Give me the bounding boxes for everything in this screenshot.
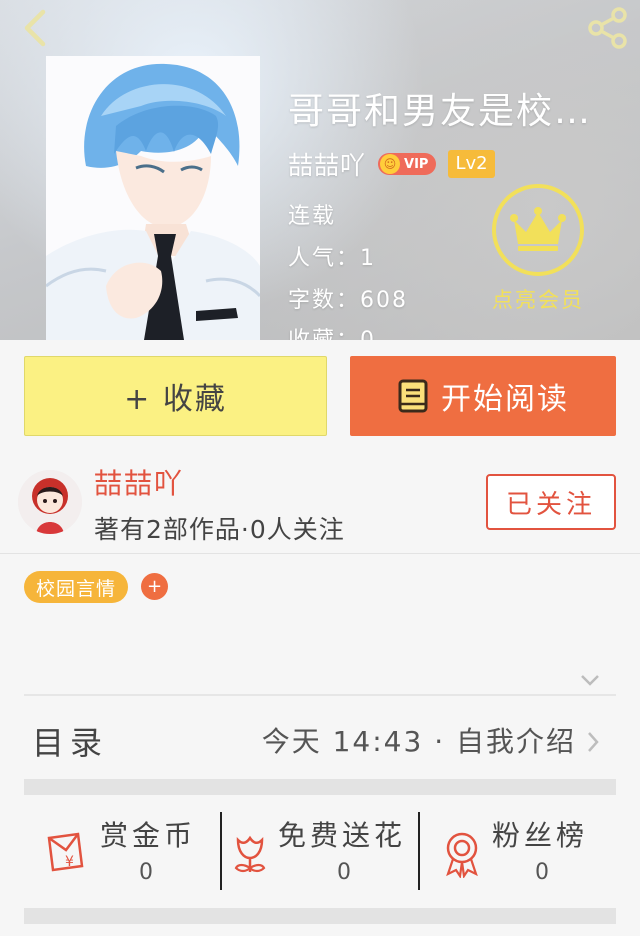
send-flower-action[interactable]: 免费送花 0 xyxy=(230,806,416,896)
author-name[interactable]: 喆喆吖 xyxy=(94,462,184,502)
member-label: 点亮会员 xyxy=(492,288,584,312)
collect-button[interactable]: + 收藏 xyxy=(24,356,327,436)
crown-badge xyxy=(492,184,584,276)
table-of-contents-row[interactable]: 目录 今天 14:43 · 自我介绍 xyxy=(0,708,640,772)
vip-badge: ☺ VIP xyxy=(378,153,437,175)
share-icon xyxy=(588,7,627,49)
favorites-text: 收藏：0 xyxy=(288,322,376,340)
reward-coins-action[interactable]: ¥ 赏金币 0 xyxy=(44,806,220,896)
book-title: 哥哥和男友是校… xyxy=(288,91,593,132)
reward-coins-count: 0 xyxy=(139,860,153,885)
author-row: 喆喆吖 ☺ VIP Lv2 xyxy=(288,146,495,182)
section-band xyxy=(24,779,616,795)
medal-icon xyxy=(446,832,478,878)
author-avatar[interactable] xyxy=(18,470,82,534)
start-reading-label: 开始阅读 xyxy=(441,382,569,417)
separator xyxy=(220,812,222,890)
word-count-text: 字数：608 xyxy=(288,288,408,313)
vip-badge-label: VIP xyxy=(404,156,429,172)
add-tag-button[interactable]: + xyxy=(141,573,168,600)
svg-text:¥: ¥ xyxy=(65,854,74,870)
book-header: 哥哥和男友是校… 喆喆吖 ☺ VIP Lv2 连载 人气：1 字数：608 收藏… xyxy=(0,0,640,340)
chevron-right-icon xyxy=(588,732,599,752)
start-reading-button[interactable]: 开始阅读 xyxy=(350,356,616,436)
book-icon xyxy=(398,379,428,413)
book-cover[interactable] xyxy=(46,56,260,340)
toc-title: 目录 xyxy=(32,724,109,762)
level-badge: Lv2 xyxy=(448,150,495,178)
avatar-illustration xyxy=(18,470,82,534)
follow-button[interactable]: 已关注 xyxy=(486,474,616,530)
latest-chapter: 今天 14:43 · 自我介绍 xyxy=(261,725,576,758)
section-band xyxy=(24,908,616,924)
divider xyxy=(24,694,616,696)
fan-ranking-label: 粉丝榜 xyxy=(492,819,589,852)
back-button[interactable] xyxy=(14,8,54,48)
separator xyxy=(418,812,420,890)
share-button[interactable] xyxy=(586,6,630,50)
back-arrow-icon xyxy=(24,9,46,47)
member-button[interactable]: 点亮会员 xyxy=(486,184,590,314)
flower-icon xyxy=(234,835,266,873)
crown-icon xyxy=(510,207,566,251)
send-flower-count: 0 xyxy=(337,860,351,885)
reward-coins-label: 赏金币 xyxy=(100,819,197,852)
cover-illustration xyxy=(46,56,260,340)
fan-ranking-action[interactable]: 粉丝榜 0 xyxy=(442,806,616,896)
vip-sun-icon: ☺ xyxy=(380,154,401,174)
send-flower-label: 免费送花 xyxy=(278,819,407,852)
popularity-text: 人气：1 xyxy=(288,246,376,271)
header-author-name[interactable]: 喆喆吖 xyxy=(288,146,366,182)
author-stats: 著有2部作品·0人关注 xyxy=(94,515,345,544)
genre-tag[interactable]: 校园言情 xyxy=(24,571,129,603)
expand-chevron-icon[interactable] xyxy=(578,670,602,690)
divider xyxy=(0,553,640,554)
red-envelope-icon: ¥ xyxy=(47,832,84,872)
fan-ranking-count: 0 xyxy=(535,860,549,885)
status-text: 连载 xyxy=(288,204,337,229)
